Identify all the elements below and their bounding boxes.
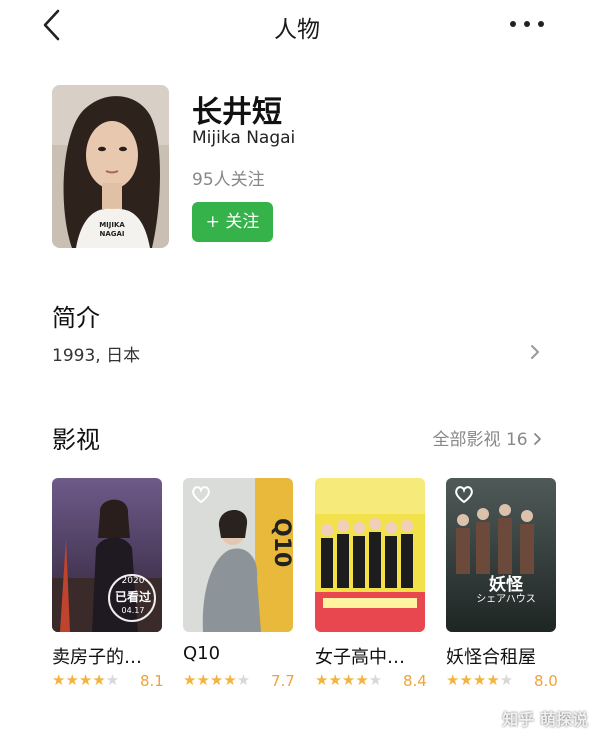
person-name: 长井短 <box>192 95 282 130</box>
star-rating-icon: ★★★★★ <box>52 671 120 689</box>
page-title: 人物 <box>274 17 320 43</box>
top-bar: 人物 <box>0 0 594 52</box>
chevron-right-icon <box>531 345 539 359</box>
photo-caption: MIJIKA NAGAI <box>99 221 125 238</box>
film-rating: ★★★★★ 7.7 <box>183 671 295 691</box>
intro-row[interactable]: 1993, 日本 <box>52 335 544 369</box>
chevron-right-icon <box>534 433 541 445</box>
star-rating-icon: ★★★★★ <box>446 671 514 689</box>
films-heading: 影视 <box>52 426 100 454</box>
film-poster: Q10 <box>183 478 293 632</box>
all-films-label: 全部影视 <box>432 430 501 450</box>
star-rating-icon: ★★★★★ <box>315 671 383 689</box>
film-title: Q10 <box>183 643 221 664</box>
film-card[interactable]: 女子高中… ★★★★★ 8.4 <box>315 478 427 692</box>
film-card[interactable]: Q10 Q10 ★★★★★ 7.7 <box>183 478 295 692</box>
heart-add-icon <box>455 486 473 504</box>
film-rating: ★★★★★ 8.4 <box>315 671 427 691</box>
film-card[interactable]: 2020 已看过 04.17 卖房子的… ★★★★★ 8.1 <box>52 478 164 692</box>
film-poster: 2020 已看过 04.17 <box>52 478 162 632</box>
film-score: 7.7 <box>271 672 295 690</box>
poster-title: 妖怪 <box>489 575 523 595</box>
follower-count: 95人关注 <box>192 170 265 190</box>
film-poster <box>315 478 425 632</box>
person-photo: MIJIKA NAGAI <box>52 85 169 248</box>
film-rating: ★★★★★ 8.1 <box>52 671 164 691</box>
film-title: 女子高中… <box>315 647 405 668</box>
follow-button[interactable]: + 关注 <box>192 202 273 242</box>
intro-text: 1993, 日本 <box>52 346 141 366</box>
all-films-link[interactable]: 全部影视 16 <box>433 425 542 450</box>
heart-add-icon <box>192 486 210 504</box>
more-options-icon[interactable] <box>510 14 546 30</box>
film-rating: ★★★★★ 8.0 <box>446 671 558 691</box>
film-score: 8.0 <box>534 672 558 690</box>
intro-heading: 简介 <box>52 304 100 332</box>
film-card[interactable]: シェアハウス 妖怪 妖怪合租屋 ★★★★★ 8.0 <box>446 478 558 692</box>
svg-text:Q10: Q10 <box>269 518 293 567</box>
person-name-english: Mijika Nagai <box>192 128 296 148</box>
star-rating-icon: ★★★★★ <box>183 671 251 689</box>
film-poster: シェアハウス 妖怪 <box>446 478 556 632</box>
poster-date: 04.17 <box>121 606 145 615</box>
film-score: 8.1 <box>140 672 164 690</box>
film-title: 卖房子的… <box>52 647 142 668</box>
all-films-count: 16 <box>505 430 528 450</box>
poster-year: 2020 <box>121 576 145 586</box>
watermark: 知乎 萌探说 <box>502 710 588 729</box>
film-score: 8.4 <box>403 672 427 690</box>
film-title: 妖怪合租屋 <box>446 647 536 668</box>
watched-stamp: 已看过 <box>114 590 151 604</box>
